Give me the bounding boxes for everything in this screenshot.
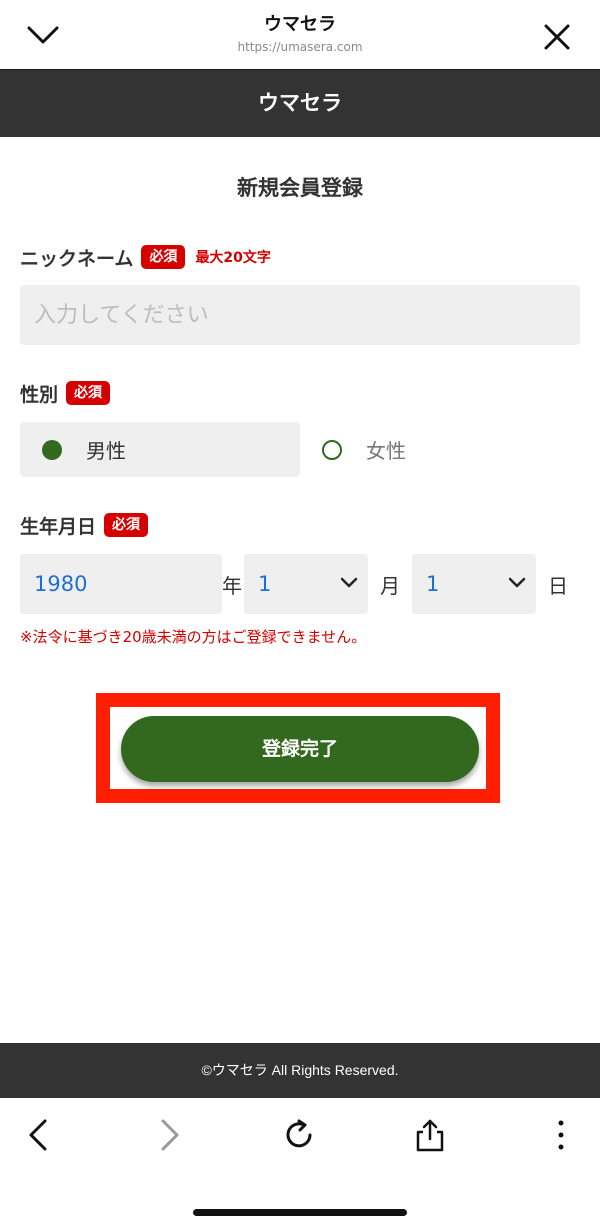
max-length-note: 最大20文字: [195, 250, 271, 266]
year-unit-label: 年: [222, 574, 242, 598]
birth-day-select[interactable]: 1: [412, 554, 536, 614]
gender-option-label: 女性: [366, 439, 406, 463]
birth-month-value: 1: [258, 572, 272, 596]
birth-day-value: 1: [426, 572, 440, 596]
forward-icon[interactable]: [152, 1118, 186, 1152]
register-complete-button[interactable]: 登録完了: [121, 716, 479, 782]
nickname-label-row: ニックネーム 必須 最大20文字: [20, 242, 271, 272]
share-icon[interactable]: [413, 1118, 447, 1152]
required-badge: 必須: [66, 381, 111, 405]
radio-selected-icon[interactable]: [42, 439, 62, 460]
home-indicator: [193, 1209, 407, 1216]
page-title: 新規会員登録: [237, 176, 363, 200]
birth-year-value: 1980: [34, 572, 88, 596]
gender-option-female[interactable]: 女性: [322, 422, 580, 477]
birthdate-label-row: 生年月日 必須: [20, 510, 149, 540]
month-unit-label: 月: [380, 574, 400, 598]
gender-option-label: 男性: [86, 439, 126, 463]
more-options-icon[interactable]: [544, 1118, 578, 1152]
chevron-down-icon: [340, 577, 358, 588]
reload-icon[interactable]: [283, 1118, 317, 1152]
back-icon[interactable]: [22, 1118, 56, 1152]
day-unit-label: 日: [548, 574, 568, 598]
birth-year-input[interactable]: 1980: [20, 554, 222, 614]
copyright-text: ©ウマセラ All Rights Reserved.: [201, 1062, 399, 1078]
gender-label: 性別: [20, 383, 59, 406]
site-header: ウマセラ: [0, 69, 600, 137]
browser-url[interactable]: https://umasera.com: [0, 40, 600, 54]
nickname-input[interactable]: [20, 285, 580, 345]
radio-unselected-icon[interactable]: [322, 439, 342, 460]
birthdate-label: 生年月日: [20, 515, 97, 538]
site-footer: ©ウマセラ All Rights Reserved.: [0, 1043, 600, 1098]
age-restriction-note: ※法令に基づき20歳未満の方はご登録できません。: [20, 628, 367, 646]
chevron-down-icon: [508, 577, 526, 588]
site-logo[interactable]: ウマセラ: [0, 70, 600, 136]
browser-site-title: ウマセラ: [264, 14, 336, 35]
nickname-label: ニックネーム: [20, 247, 134, 270]
close-icon[interactable]: [540, 20, 574, 54]
required-badge: 必須: [141, 245, 186, 269]
gender-label-row: 性別 必須: [20, 378, 111, 408]
birth-month-select[interactable]: 1: [244, 554, 368, 614]
required-badge: 必須: [104, 513, 149, 537]
browser-top-bar: ウマセラ https://umasera.com: [0, 0, 600, 69]
gender-option-male[interactable]: 男性: [20, 422, 300, 477]
